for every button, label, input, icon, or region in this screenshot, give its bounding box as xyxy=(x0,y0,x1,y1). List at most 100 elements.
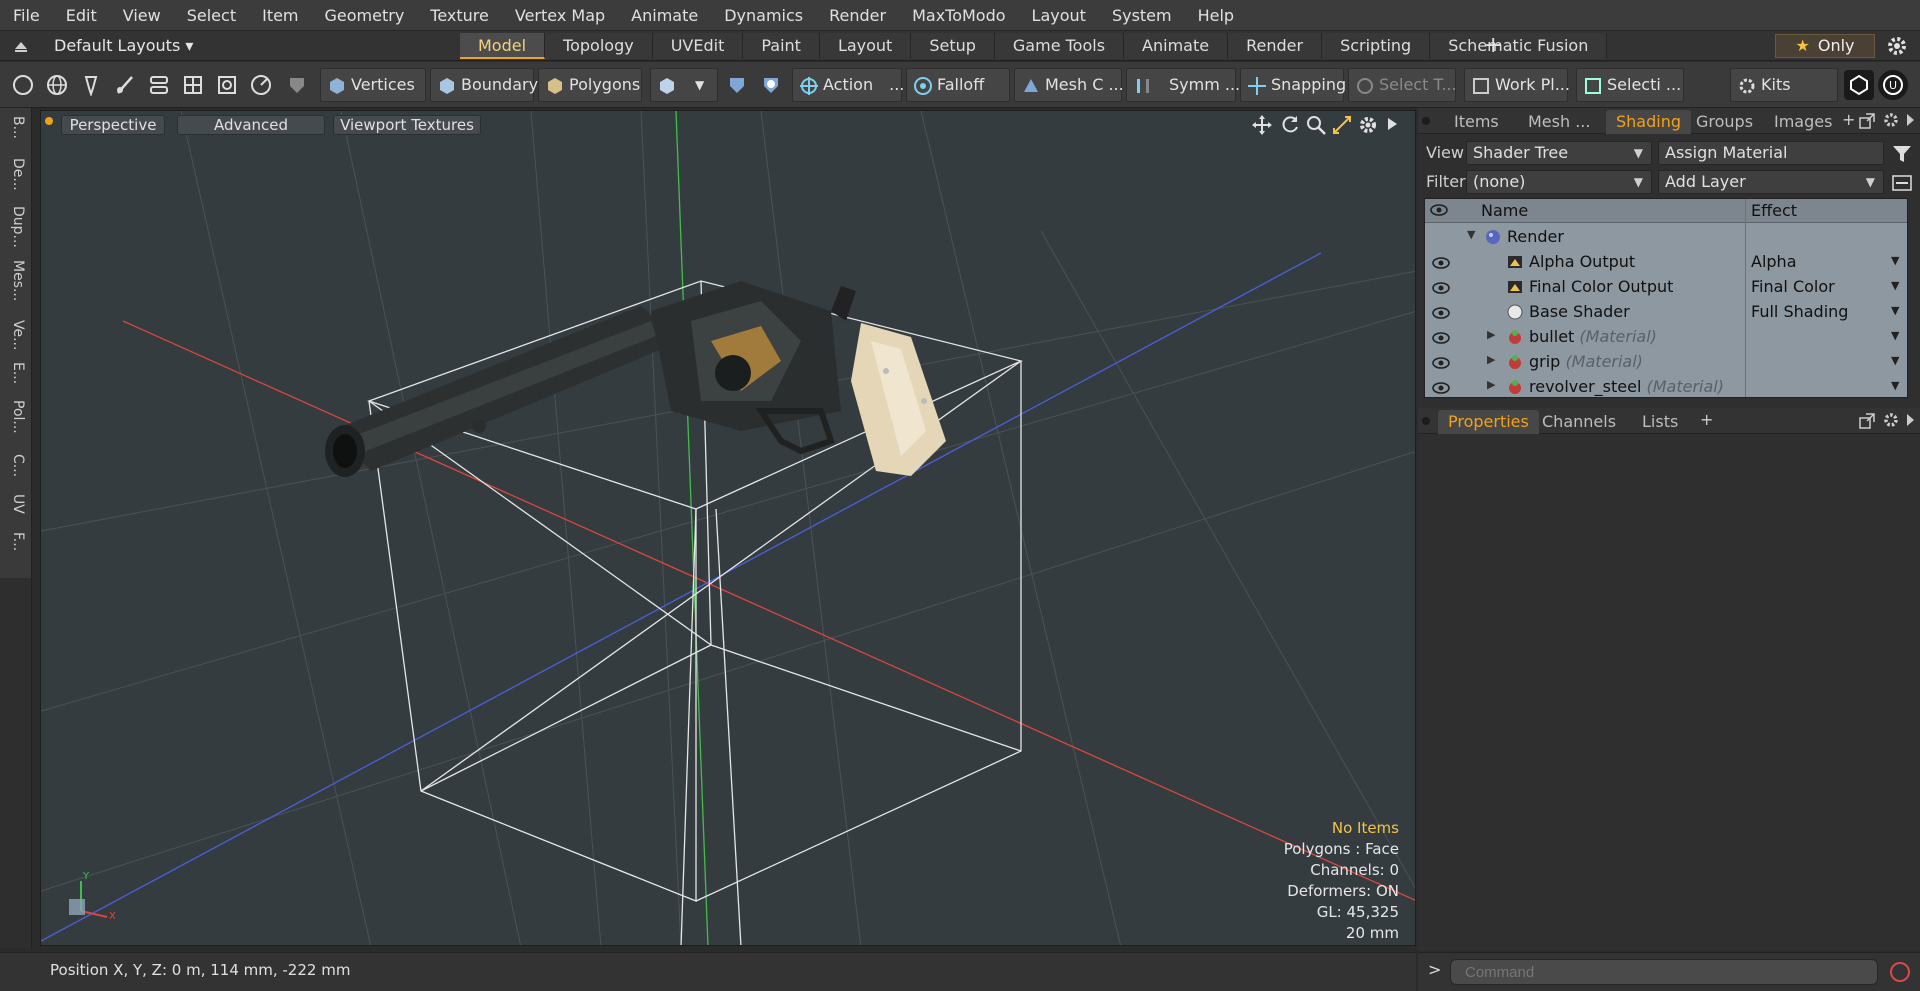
chevron-down-icon[interactable]: ▼ xyxy=(1891,329,1899,342)
menu-item[interactable]: Item xyxy=(249,0,311,31)
menu-vertex-map[interactable]: Vertex Map xyxy=(502,0,618,31)
menu-texture[interactable]: Texture xyxy=(417,0,502,31)
soccer-shield-icon[interactable] xyxy=(756,70,786,100)
clock-icon[interactable] xyxy=(246,70,276,100)
layers-icon[interactable] xyxy=(144,70,174,100)
panel-dot-icon[interactable] xyxy=(1422,117,1430,125)
add-layer-dropdown[interactable]: Add Layer ▼ xyxy=(1658,170,1884,194)
perspective-button[interactable]: Perspective xyxy=(61,115,165,135)
collapse-icon[interactable] xyxy=(12,37,30,55)
unreal-icon[interactable]: U xyxy=(1878,70,1908,100)
gear-icon[interactable] xyxy=(1886,35,1908,57)
filter-dropdown[interactable]: (none) ▼ xyxy=(1466,170,1652,194)
vertices-button[interactable]: Vertices xyxy=(320,68,426,102)
revolver-model[interactable] xyxy=(325,281,946,477)
work-plane-button[interactable]: Work Pl... xyxy=(1464,68,1570,102)
brush-icon[interactable] xyxy=(110,70,140,100)
panel-menu-arrow-icon[interactable] xyxy=(1904,412,1916,432)
visibility-eye-icon[interactable] xyxy=(1431,355,1451,369)
view-dropdown[interactable]: Shader Tree ▼ xyxy=(1466,141,1652,165)
expand-triangle-icon[interactable]: ▶ xyxy=(1487,353,1495,366)
tab-paint[interactable]: Paint xyxy=(743,33,820,59)
column-name-header[interactable]: Name xyxy=(1481,201,1528,220)
tab-model[interactable]: Model xyxy=(460,33,546,59)
scene-canvas[interactable]: Y X xyxy=(41,111,1416,946)
palette-tab-duplicate[interactable]: Dup... xyxy=(4,206,26,248)
mesh-constraint-button[interactable]: Mesh C ... xyxy=(1014,68,1124,102)
popout-icon[interactable] xyxy=(1858,412,1876,434)
panel-dot-icon[interactable] xyxy=(1422,417,1430,425)
palette-tab-mesh[interactable]: Mes... xyxy=(4,260,26,301)
symmetry-button[interactable]: Symm ... xyxy=(1126,68,1240,102)
menu-animate[interactable]: Animate xyxy=(618,0,711,31)
panel-gear-icon[interactable] xyxy=(1882,411,1900,433)
tab-uvedit[interactable]: UVEdit xyxy=(652,33,744,59)
tab-topology[interactable]: Topology xyxy=(545,33,653,59)
polygons-button[interactable]: Polygons xyxy=(538,68,642,102)
tab-channels[interactable]: Channels xyxy=(1532,410,1626,434)
popout-icon[interactable] xyxy=(1858,112,1876,134)
palette-tab-vertex[interactable]: Ve... xyxy=(4,320,26,350)
add-layout-tab-button[interactable]: + xyxy=(1484,31,1502,61)
expand-triangle-icon[interactable]: ▶ xyxy=(1487,378,1495,391)
tab-schematic-fusion[interactable]: Schematic Fusion xyxy=(1430,33,1608,59)
visibility-eye-icon[interactable] xyxy=(1429,201,1453,221)
menu-layout[interactable]: Layout xyxy=(1019,0,1099,31)
layouts-dropdown[interactable]: Default Layouts ▾ xyxy=(54,31,193,61)
viewport-menu-arrow-icon[interactable] xyxy=(1385,116,1399,136)
shader-row-bullet[interactable]: ▶ bullet (Material) ▼ xyxy=(1425,324,1907,349)
fit-view-icon[interactable] xyxy=(1331,114,1353,140)
panel-gear-icon[interactable] xyxy=(1882,111,1900,133)
chevron-down-icon[interactable]: ▼ xyxy=(1891,379,1899,392)
add-panel-tab-button[interactable]: + xyxy=(1700,410,1713,429)
panel-menu-arrow-icon[interactable] xyxy=(1904,112,1916,132)
select-through-button[interactable]: Select T... xyxy=(1348,68,1457,102)
move-view-icon[interactable] xyxy=(1251,114,1273,140)
expand-triangle-icon[interactable]: ▼ xyxy=(1467,228,1475,241)
zoom-view-icon[interactable] xyxy=(1305,114,1327,140)
shader-row-alpha-output[interactable]: Alpha Output Alpha ▼ xyxy=(1425,249,1907,274)
tab-properties[interactable]: Properties xyxy=(1438,410,1539,434)
shader-row-base-shader[interactable]: Base Shader Full Shading ▼ xyxy=(1425,299,1907,324)
chevron-down-icon[interactable]: ▼ xyxy=(1891,279,1899,292)
menu-geometry[interactable]: Geometry xyxy=(312,0,418,31)
palette-tab-polygon[interactable]: Pol... xyxy=(4,400,26,434)
shader-row-render[interactable]: ▼ Render xyxy=(1425,224,1907,249)
visibility-eye-icon[interactable] xyxy=(1431,255,1451,269)
menu-dynamics[interactable]: Dynamics xyxy=(711,0,816,31)
list-options-icon[interactable] xyxy=(1892,175,1912,195)
globe-icon[interactable] xyxy=(42,70,72,100)
command-input[interactable] xyxy=(1450,959,1878,985)
snapping-button[interactable]: Snapping xyxy=(1240,68,1346,102)
grid-icon[interactable] xyxy=(178,70,208,100)
viewport-settings-gear-icon[interactable] xyxy=(1357,114,1379,140)
palette-tab-fusion[interactable]: F... xyxy=(4,532,26,551)
shield-icon[interactable] xyxy=(282,70,312,100)
menu-file[interactable]: File xyxy=(0,0,53,31)
3d-viewport[interactable]: Y X Perspective Advanced Viewport Textur… xyxy=(40,110,1416,946)
menu-view[interactable]: View xyxy=(110,0,174,31)
menu-maxtomodo[interactable]: MaxToModo xyxy=(899,0,1018,31)
item-mode-dropdown[interactable]: ▼ xyxy=(650,68,718,102)
tab-setup[interactable]: Setup xyxy=(911,33,995,59)
palette-tab-basic[interactable]: B... xyxy=(4,116,26,139)
shader-row-effect[interactable]: Full Shading xyxy=(1751,302,1848,321)
select-circle-icon[interactable] xyxy=(8,70,38,100)
pen-icon[interactable] xyxy=(76,70,106,100)
tab-images[interactable]: Images xyxy=(1764,110,1842,134)
add-panel-tab-button[interactable]: + xyxy=(1842,110,1855,129)
visibility-eye-icon[interactable] xyxy=(1431,280,1451,294)
record-icon[interactable] xyxy=(1888,960,1912,984)
tab-animate[interactable]: Animate xyxy=(1124,33,1229,59)
shader-row-effect[interactable]: Alpha xyxy=(1751,252,1797,271)
palette-tab-deform[interactable]: De... xyxy=(4,158,26,191)
unity-icon[interactable] xyxy=(1844,70,1874,100)
viewport-textures-button[interactable]: Viewport Textures xyxy=(333,115,481,135)
tab-groups[interactable]: Groups xyxy=(1686,110,1763,134)
symmetry-shield-icon[interactable] xyxy=(722,70,752,100)
tab-render[interactable]: Render xyxy=(1228,33,1323,59)
chevron-down-icon[interactable]: ▼ xyxy=(1891,354,1899,367)
only-toggle[interactable]: ★ Only xyxy=(1775,34,1875,58)
kits-button[interactable]: Kits xyxy=(1730,68,1838,102)
filter-funnel-icon[interactable] xyxy=(1892,145,1912,167)
